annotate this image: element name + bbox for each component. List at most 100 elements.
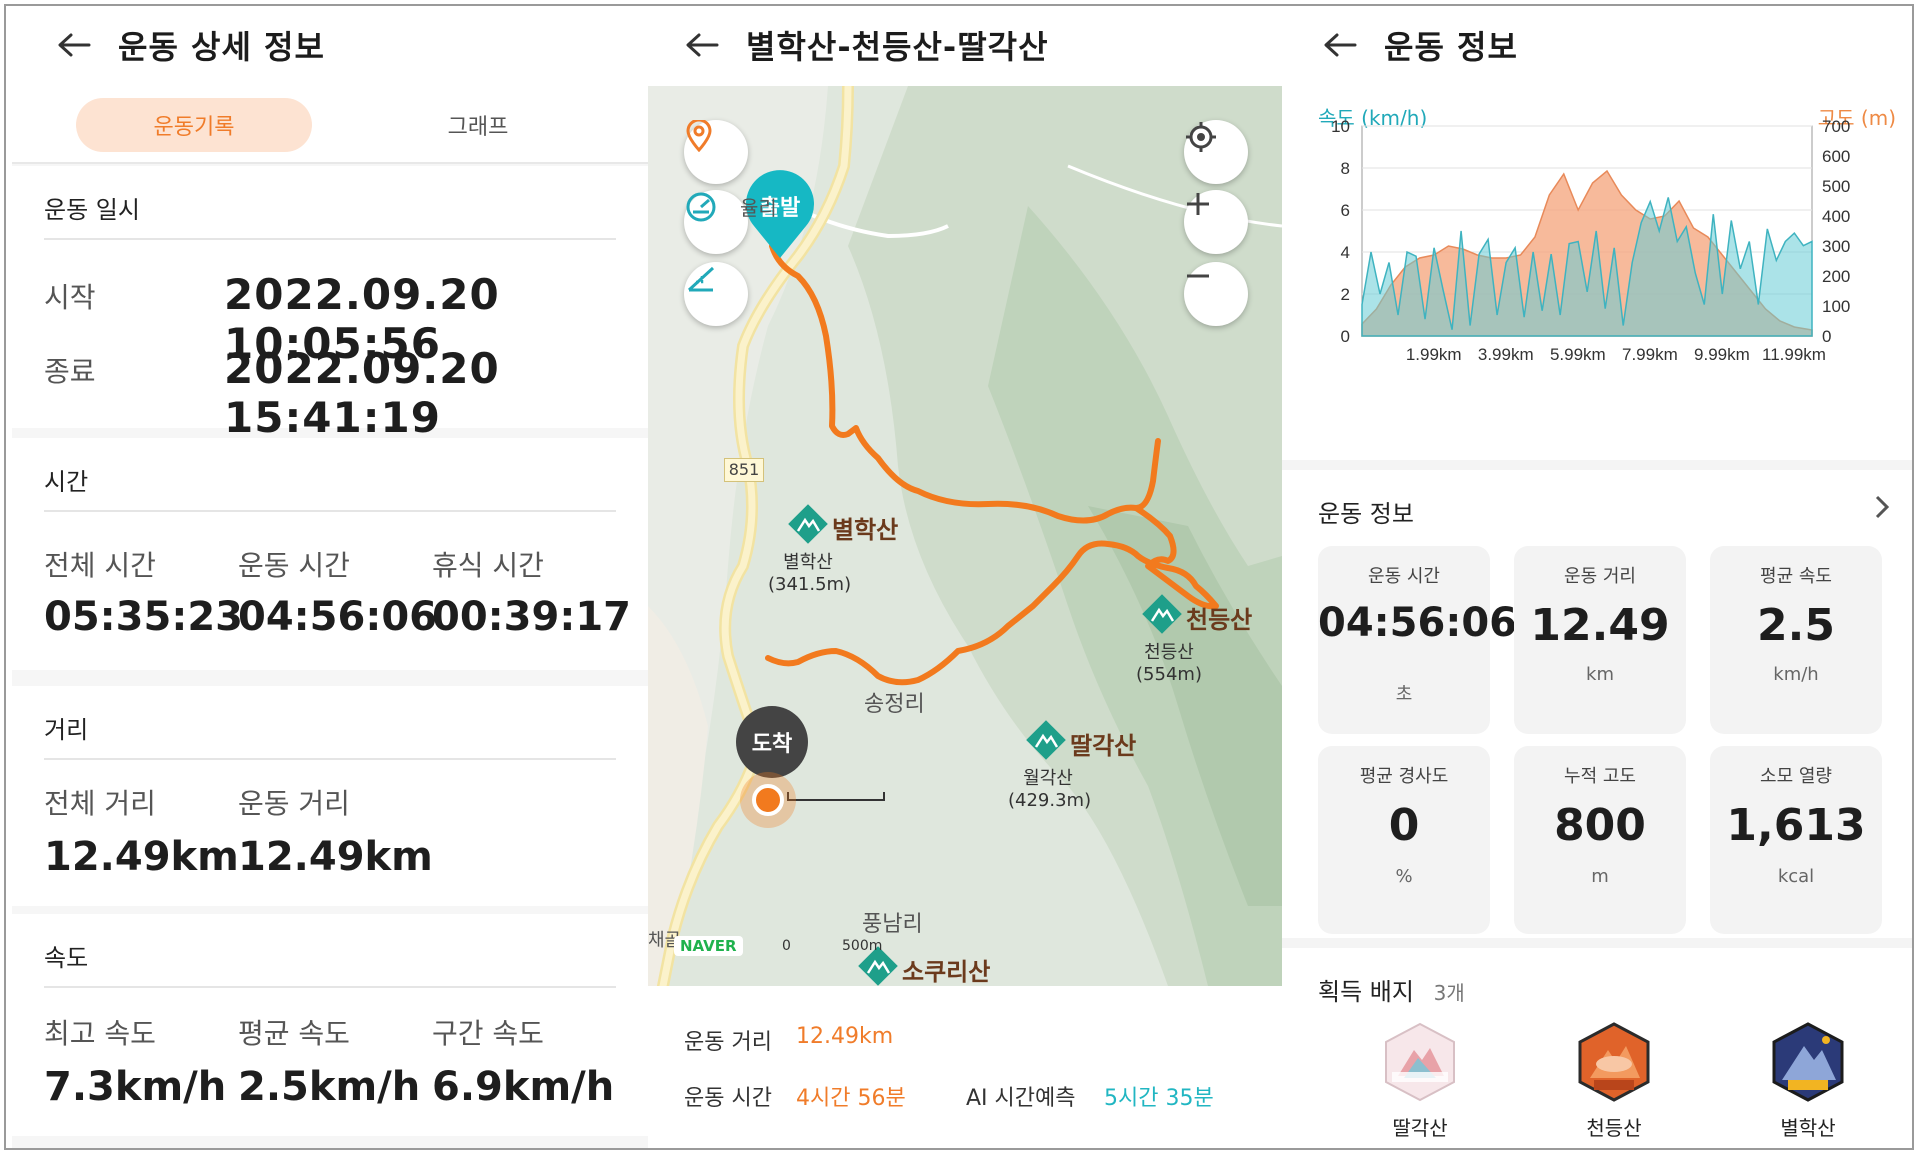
screenshot-frame: 운동 상세 정보 운동기록 그래프 운동 일시 시작 2022.09.20 10… [4, 4, 1914, 1150]
badge-name: 별학산 [1780, 1116, 1836, 1140]
mountain-badge-icon [1385, 1022, 1455, 1102]
total-time-value: 05:35:23 [44, 594, 243, 640]
mountain-badge-icon [1578, 1022, 1650, 1102]
peak-sub: 월각산 (429.3m) [1008, 768, 1092, 811]
tile-value: 0 [1388, 800, 1420, 851]
mountain-badge-icon [1772, 1022, 1844, 1102]
my-location-button[interactable] [1184, 120, 1248, 184]
speedometer-icon [686, 192, 716, 222]
road-number: 851 [724, 458, 764, 482]
tile-label: 운동 시간 [1368, 566, 1440, 587]
route-summary: 운동 거리 12.49km 운동 시간 4시간 56분 AI 시간예측 5시간 … [648, 986, 1282, 1148]
stat-tile-calories: 소모 열량 1,613 kcal [1710, 746, 1882, 934]
left-tick-label: 2 [1341, 285, 1350, 304]
location-pin-button[interactable] [684, 120, 748, 184]
badge-name: 천등산 [1586, 1116, 1642, 1140]
tab-bar: 운동기록 그래프 [12, 84, 648, 164]
distance-card: 거리 전체 거리 12.49km 운동 거리 12.49km [12, 686, 648, 906]
exercise-distance-label: 운동 거리 [238, 787, 350, 820]
page-title: 운동 상세 정보 [118, 28, 325, 66]
total-time-label: 전체 시간 [44, 549, 156, 582]
section-title: 거리 [44, 716, 89, 744]
speed-card: 속도 최고 속도 7.3km/h 평균 속도 2.5km/h 구간 속도 6.9… [12, 914, 648, 1136]
ai-prediction-label: AI 시간예측 [966, 1086, 1076, 1111]
top-bar: 운동 정보 [1282, 6, 1912, 84]
section-title: 시간 [44, 468, 89, 496]
section-title: 속도 [44, 944, 89, 972]
peak-name: 딸각산 [1070, 732, 1137, 760]
back-arrow-icon[interactable] [682, 25, 722, 65]
avg-speed-value: 2.5km/h [238, 1064, 421, 1110]
badge-name: 딸각산 [1392, 1116, 1448, 1140]
speed-altitude-chart: 속도 (km/h) 고도 (m) 10 8 6 4 2 0 700 600 500 400 300 2… [1282, 84, 1912, 460]
current-location-dot [752, 784, 784, 816]
distance-label: 운동 거리 [684, 1030, 772, 1055]
exercise-time-label: 운동 시간 [238, 549, 350, 582]
badge-count: 3개 [1433, 981, 1465, 1005]
tile-value: 2.5 [1757, 600, 1835, 651]
x-tick-label: 9.99km [1694, 345, 1750, 364]
badge-ttalgaksan[interactable]: 딸각산 [1370, 1020, 1470, 1141]
section-title: 획득 배지 3개 [1318, 978, 1465, 1006]
plus-icon [1187, 193, 1209, 215]
chevron-right-icon[interactable] [1872, 494, 1892, 524]
minus-icon [1187, 274, 1209, 278]
speed-view-button[interactable] [684, 190, 748, 254]
peak-sub: 별학산 (341.5m) [768, 552, 852, 595]
x-tick-label: 11.99km [1762, 345, 1826, 364]
stat-tile-avg-speed: 평균 속도 2.5 km/h [1710, 546, 1882, 734]
tile-unit: 초 [1395, 684, 1413, 705]
x-tick-label: 5.99km [1550, 345, 1606, 364]
zoom-in-button[interactable] [1184, 190, 1248, 254]
distance-value: 12.49km [796, 1024, 894, 1049]
route-map[interactable]: 출발 도착 851 별학산 별학산 (341.5m) 천등산 천등산 (554m) [648, 86, 1282, 986]
crosshair-icon [1186, 122, 1216, 152]
divider [44, 986, 616, 988]
right-tick-label: 300 [1822, 237, 1850, 256]
x-tick-label: 1.99km [1406, 345, 1462, 364]
right-tick-label: 0 [1822, 327, 1831, 346]
right-tick-label: 100 [1822, 297, 1850, 316]
map-pin-icon [686, 120, 712, 152]
datetime-card: 운동 일시 시작 2022.09.20 10:05:56 종료 2022.09.… [12, 166, 648, 442]
stat-tile-elevation-gain: 누적 고도 800 m [1514, 746, 1686, 934]
scale-zero: 0 [782, 938, 791, 954]
divider [44, 238, 616, 240]
x-tick-label: 7.99km [1622, 345, 1678, 364]
tab-graph[interactable]: 그래프 [360, 98, 596, 152]
start-label: 시작 [44, 281, 96, 314]
right-tick-label: 400 [1822, 207, 1850, 226]
peak-name: 소쿠리산 [902, 958, 991, 986]
stat-tile-exercise-time: 운동 시간 04:56:06 초 [1318, 546, 1517, 734]
page-title: 운동 정보 [1384, 28, 1518, 66]
tab-exercise-record[interactable]: 운동기록 [76, 98, 312, 152]
total-distance-label: 전체 거리 [44, 787, 156, 820]
tile-unit: km [1586, 664, 1614, 685]
divider [44, 758, 616, 760]
tile-label: 누적 고도 [1564, 766, 1636, 787]
place-name: 율리 [740, 196, 777, 220]
slope-view-button[interactable] [684, 262, 748, 326]
badge-byeolhaksan[interactable]: 별학산 [1758, 1020, 1858, 1141]
time-label: 운동 시간 [684, 1086, 772, 1111]
section-speed-value: 6.9km/h [432, 1064, 615, 1110]
end-pin[interactable]: 도착 [736, 706, 808, 778]
scale-bar [787, 792, 885, 801]
peak-sub: 천등산 (554m) [1136, 642, 1202, 685]
section-title: 운동 정보 [1318, 500, 1414, 528]
route-map-panel: 별학산-천등산-딸각산 출발 도착 851 별학산 별학산 (341.5m) 천… [648, 6, 1282, 1148]
left-tick-label: 8 [1341, 159, 1350, 178]
back-arrow-icon[interactable] [1320, 25, 1360, 65]
zoom-out-button[interactable] [1184, 262, 1248, 326]
earned-badges-section: 획득 배지 3개 딸각산 천등산 별학산 [1282, 948, 1912, 1148]
naver-logo: NAVER [674, 936, 743, 956]
max-speed-value: 7.3km/h [44, 1064, 227, 1110]
left-tick-label: 6 [1341, 201, 1350, 220]
back-arrow-icon[interactable] [54, 25, 94, 65]
tile-label: 평균 속도 [1760, 566, 1832, 587]
badge-cheondeungsan[interactable]: 천등산 [1564, 1020, 1664, 1141]
end-pin-label: 도착 [751, 732, 793, 757]
divider [44, 510, 616, 512]
place-name: 풍남리 [862, 912, 923, 937]
tile-value: 12.49 [1530, 600, 1670, 651]
